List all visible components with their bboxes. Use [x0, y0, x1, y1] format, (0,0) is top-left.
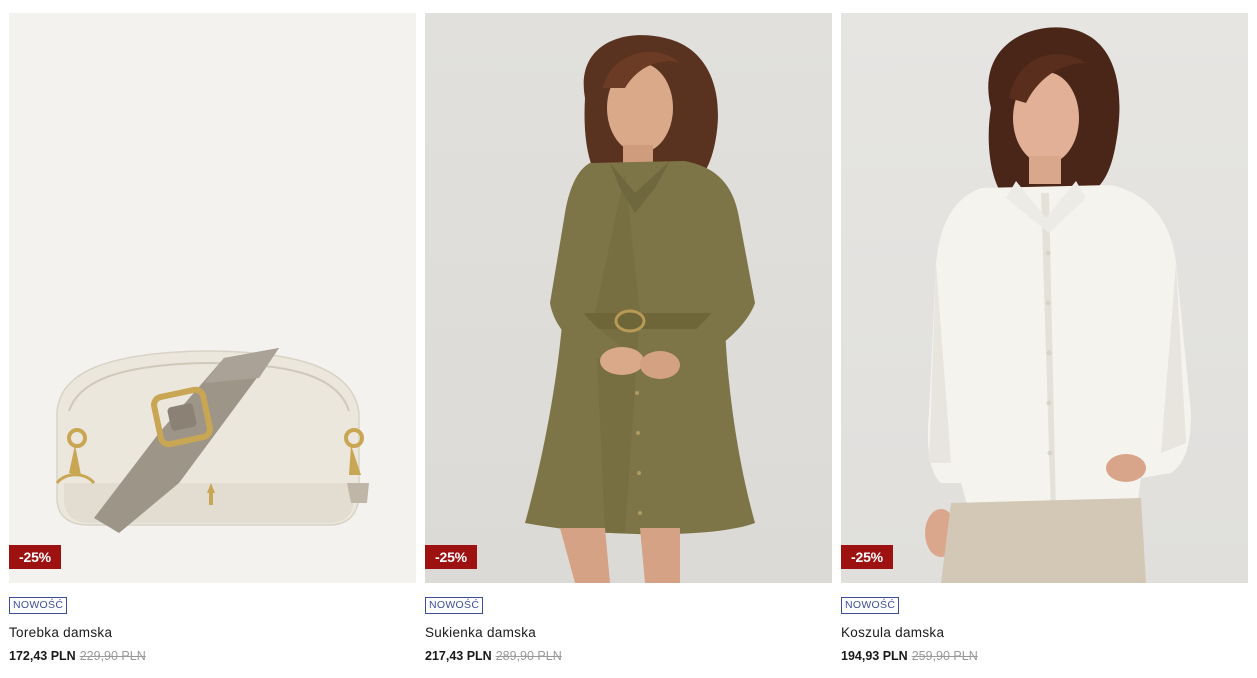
current-price: 194,93 PLN	[841, 649, 908, 663]
dress-model-image	[525, 35, 755, 583]
shirt-model-image	[925, 27, 1191, 583]
discount-badge: -25%	[841, 545, 893, 569]
product-prices: 194,93 PLN 259,90 PLN	[841, 649, 978, 663]
old-price: 259,90 PLN	[911, 649, 978, 663]
product-image[interactable]: -25%	[425, 13, 832, 583]
product-card[interactable]: -25% NOWOŚĆ Sukienka damska 217,43 PLN 28…	[425, 13, 832, 663]
product-prices: 217,43 PLN 289,90 PLN	[425, 649, 562, 663]
old-price: 289,90 PLN	[495, 649, 562, 663]
product-name[interactable]: Sukienka damska	[425, 625, 536, 640]
product-image[interactable]: -25%	[841, 13, 1248, 583]
old-price: 229,90 PLN	[79, 649, 146, 663]
product-card[interactable]: -25% NOWOŚĆ Koszula damska 194,93 PLN 259…	[841, 13, 1248, 663]
product-name[interactable]: Koszula damska	[841, 625, 944, 640]
bag-image	[55, 348, 369, 533]
discount-badge: -25%	[9, 545, 61, 569]
product-prices: 172,43 PLN 229,90 PLN	[9, 649, 146, 663]
new-badge: NOWOŚĆ	[425, 597, 484, 614]
new-badge: NOWOŚĆ	[841, 597, 900, 614]
product-card[interactable]: -25% NOWOŚĆ Torebka damska 172,43 PLN 229…	[9, 13, 416, 663]
new-badge: NOWOŚĆ	[9, 597, 68, 614]
product-name[interactable]: Torebka damska	[9, 625, 112, 640]
product-image[interactable]: -25%	[9, 13, 416, 583]
current-price: 172,43 PLN	[9, 649, 76, 663]
discount-badge: -25%	[425, 545, 477, 569]
product-grid: -25% NOWOŚĆ Torebka damska 172,43 PLN 229…	[0, 0, 1257, 678]
current-price: 217,43 PLN	[425, 649, 492, 663]
